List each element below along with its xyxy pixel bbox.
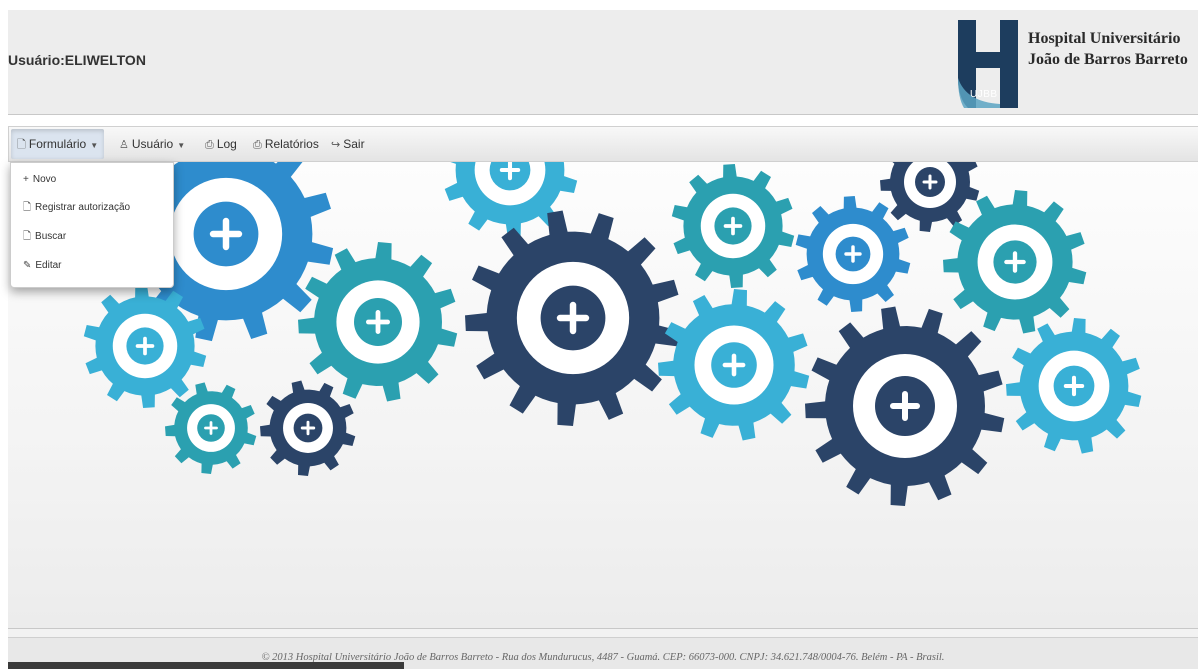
menu-item-registrar-autorizacao[interactable]: 🗋 Registrar autorização bbox=[11, 195, 173, 221]
gear-syringe-icon bbox=[880, 162, 980, 232]
nav-sair-label: Sair bbox=[343, 137, 365, 151]
menu-item-registrar-label: Registrar autorização bbox=[35, 202, 131, 213]
gear-wheelchair-icon bbox=[1006, 318, 1142, 454]
logo-name-line1: Hospital Universitário bbox=[1028, 30, 1181, 47]
page-footer: © 2013 Hospital Universitário João de Ba… bbox=[8, 637, 1198, 669]
logo-name-line2: João de Barros Barreto bbox=[1028, 51, 1188, 68]
user-label: Usuário:ELIWELTON bbox=[8, 52, 146, 68]
caret-down-icon: ▼ bbox=[177, 141, 186, 150]
document-icon: 🗋 bbox=[23, 202, 32, 213]
share-icon: ↪ bbox=[331, 139, 341, 151]
gear-clipboard-edit-icon bbox=[298, 242, 458, 402]
formulario-dropdown-menu: + Novo 🗋 Registrar autorização 🗋 Buscar ✎ Ed… bbox=[10, 162, 174, 288]
nav-formulario[interactable]: 🗋 Formulário ▼ bbox=[11, 129, 105, 159]
gears-banner bbox=[8, 162, 1198, 628]
clipboard-icon: ⎙ bbox=[205, 139, 214, 151]
nav-usuario[interactable]: ♙ Usuário ▼ bbox=[119, 127, 185, 161]
gear-microscope-icon bbox=[671, 164, 795, 288]
plus-icon: + bbox=[23, 174, 29, 185]
menu-item-editar-label: Editar bbox=[35, 260, 62, 271]
nav-formulario-label: Formulário bbox=[28, 137, 87, 151]
gear-caduceus-icon bbox=[943, 190, 1087, 334]
menu-item-buscar[interactable]: 🗋 Buscar bbox=[11, 224, 173, 250]
gear-flask-icon bbox=[658, 289, 810, 441]
menu-item-novo-label: Novo bbox=[32, 174, 57, 185]
pencil-icon: ✎ bbox=[23, 260, 32, 271]
gear-pills-icon bbox=[805, 306, 1005, 506]
hospital-logo: UJBB Hospital Universitário João de Barr… bbox=[956, 18, 1198, 110]
nav-log[interactable]: ⎙ Log bbox=[205, 127, 237, 161]
user-icon: ♙ bbox=[119, 139, 129, 151]
nav-relatorios-label: Relatórios bbox=[264, 137, 319, 151]
nav-relatorios[interactable]: ⎙ Relatórios bbox=[253, 127, 319, 161]
medical-gears-illustration bbox=[83, 162, 1142, 506]
menu-item-novo[interactable]: + Novo bbox=[11, 167, 173, 193]
clipboard-icon: ⎙ bbox=[253, 139, 262, 151]
page-header: Usuário:ELIWELTON UJBB Hospital Universi… bbox=[8, 10, 1198, 115]
gear-weight-icon bbox=[260, 380, 356, 476]
app-root: Usuário:ELIWELTON UJBB Hospital Universi… bbox=[0, 0, 1198, 669]
menu-item-editar[interactable]: ✎ Editar bbox=[11, 253, 173, 279]
footer-divider bbox=[8, 628, 1198, 637]
caret-down-icon: ▼ bbox=[90, 141, 99, 150]
logo-abbreviation: UJBB bbox=[970, 89, 998, 100]
document-icon: 🗋 bbox=[23, 231, 32, 242]
nav-sair[interactable]: ↪ Sair bbox=[331, 127, 365, 161]
nav-log-label: Log bbox=[216, 137, 237, 151]
nav-usuario-label: Usuário bbox=[131, 137, 174, 151]
gear-medical-bag-icon bbox=[465, 210, 681, 426]
document-icon: 🗋 bbox=[17, 139, 26, 151]
logo-text: Hospital Universitário João de Barros Ba… bbox=[1028, 28, 1188, 70]
main-navbar: 🗋 Formulário ▼ ♙ Usuário ▼ ⎙ Log ⎙ Relatórios … bbox=[8, 126, 1198, 162]
menu-item-buscar-label: Buscar bbox=[35, 231, 67, 242]
